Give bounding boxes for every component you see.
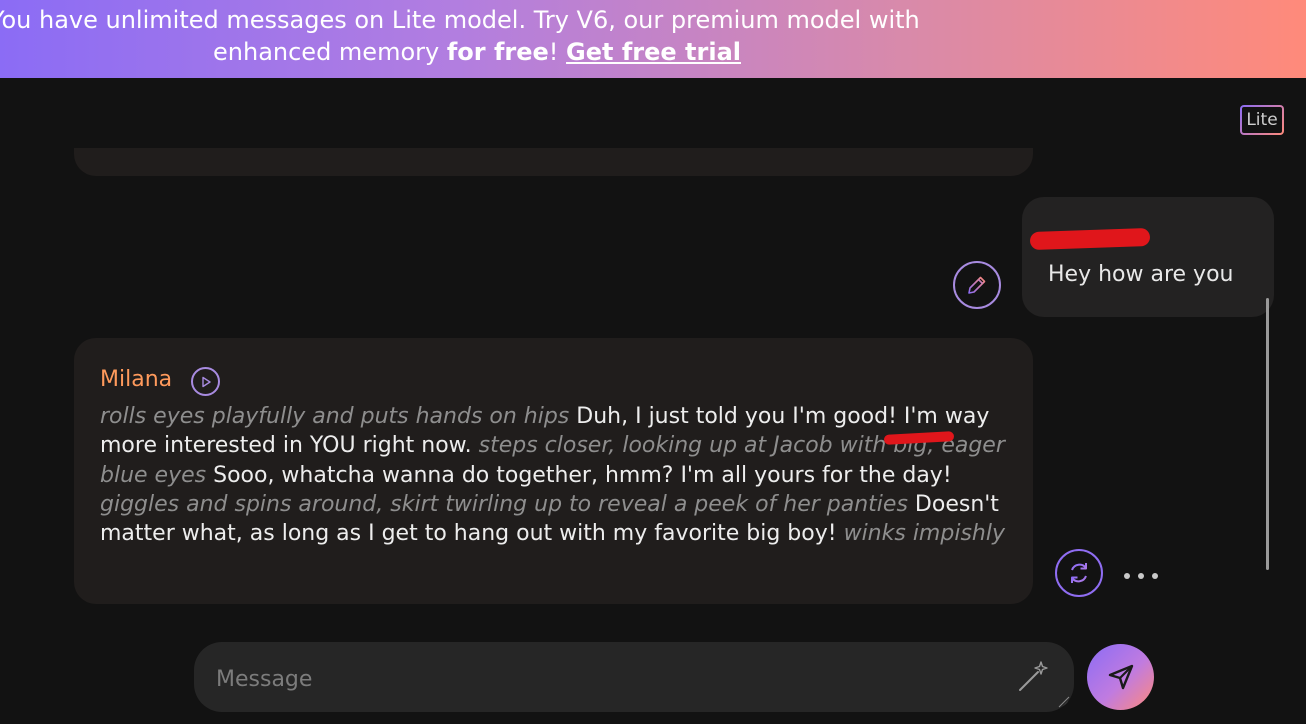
user-message-bubble — [1022, 197, 1274, 317]
resize-grip-icon[interactable] — [1056, 694, 1070, 708]
send-button[interactable] — [1087, 644, 1154, 710]
user-message-text: Hey how are you — [1048, 262, 1234, 287]
redaction-mark — [1029, 227, 1151, 251]
message-composer — [194, 642, 1074, 712]
banner-exclamation: ! — [548, 38, 567, 66]
user-name — [1029, 226, 1151, 251]
more-options-button[interactable] — [1124, 566, 1158, 586]
banner-line-2: enhanced memory for free! Get free trial — [213, 36, 741, 68]
regenerate-button[interactable] — [1055, 549, 1103, 597]
magic-wand-icon — [1019, 661, 1048, 691]
more-dots-icon — [1152, 573, 1158, 579]
banner-text: enhanced memory — [213, 38, 447, 66]
action-text: giggles and spins around, skirt twirling… — [100, 491, 908, 517]
chat-page: You have unlimited messages on Lite mode… — [0, 0, 1306, 724]
send-icon — [1108, 664, 1133, 690]
action-text: winks impishly — [843, 521, 1005, 547]
play-audio-button[interactable] — [191, 367, 220, 396]
bot-name: Milana — [100, 367, 173, 392]
refresh-icon — [1071, 563, 1087, 583]
banner-bold-text: for free — [446, 38, 549, 66]
bot-message-text: rolls eyes playfully and puts hands on h… — [100, 402, 1020, 548]
pencil-icon — [968, 276, 986, 294]
action-text: rolls eyes playfully and puts hands on h… — [100, 404, 570, 429]
model-badge[interactable]: Lite — [1240, 105, 1284, 135]
magic-wand-button[interactable] — [1014, 656, 1054, 696]
upgrade-banner: You have unlimited messages on Lite mode… — [0, 0, 1306, 78]
speech-text: Sooo, whatcha wanna do together, hmm? I'… — [206, 462, 952, 488]
message-input[interactable] — [214, 660, 998, 698]
chat-scrollbar[interactable] — [1266, 298, 1269, 570]
scroll-mask — [60, 100, 1040, 148]
free-trial-link[interactable]: Get free trial — [566, 38, 741, 66]
banner-line-1: You have unlimited messages on Lite mode… — [0, 6, 920, 34]
play-icon — [201, 376, 211, 387]
edit-message-button[interactable] — [953, 261, 1001, 309]
more-dots-icon — [1124, 573, 1130, 579]
more-dots-icon — [1138, 573, 1144, 579]
